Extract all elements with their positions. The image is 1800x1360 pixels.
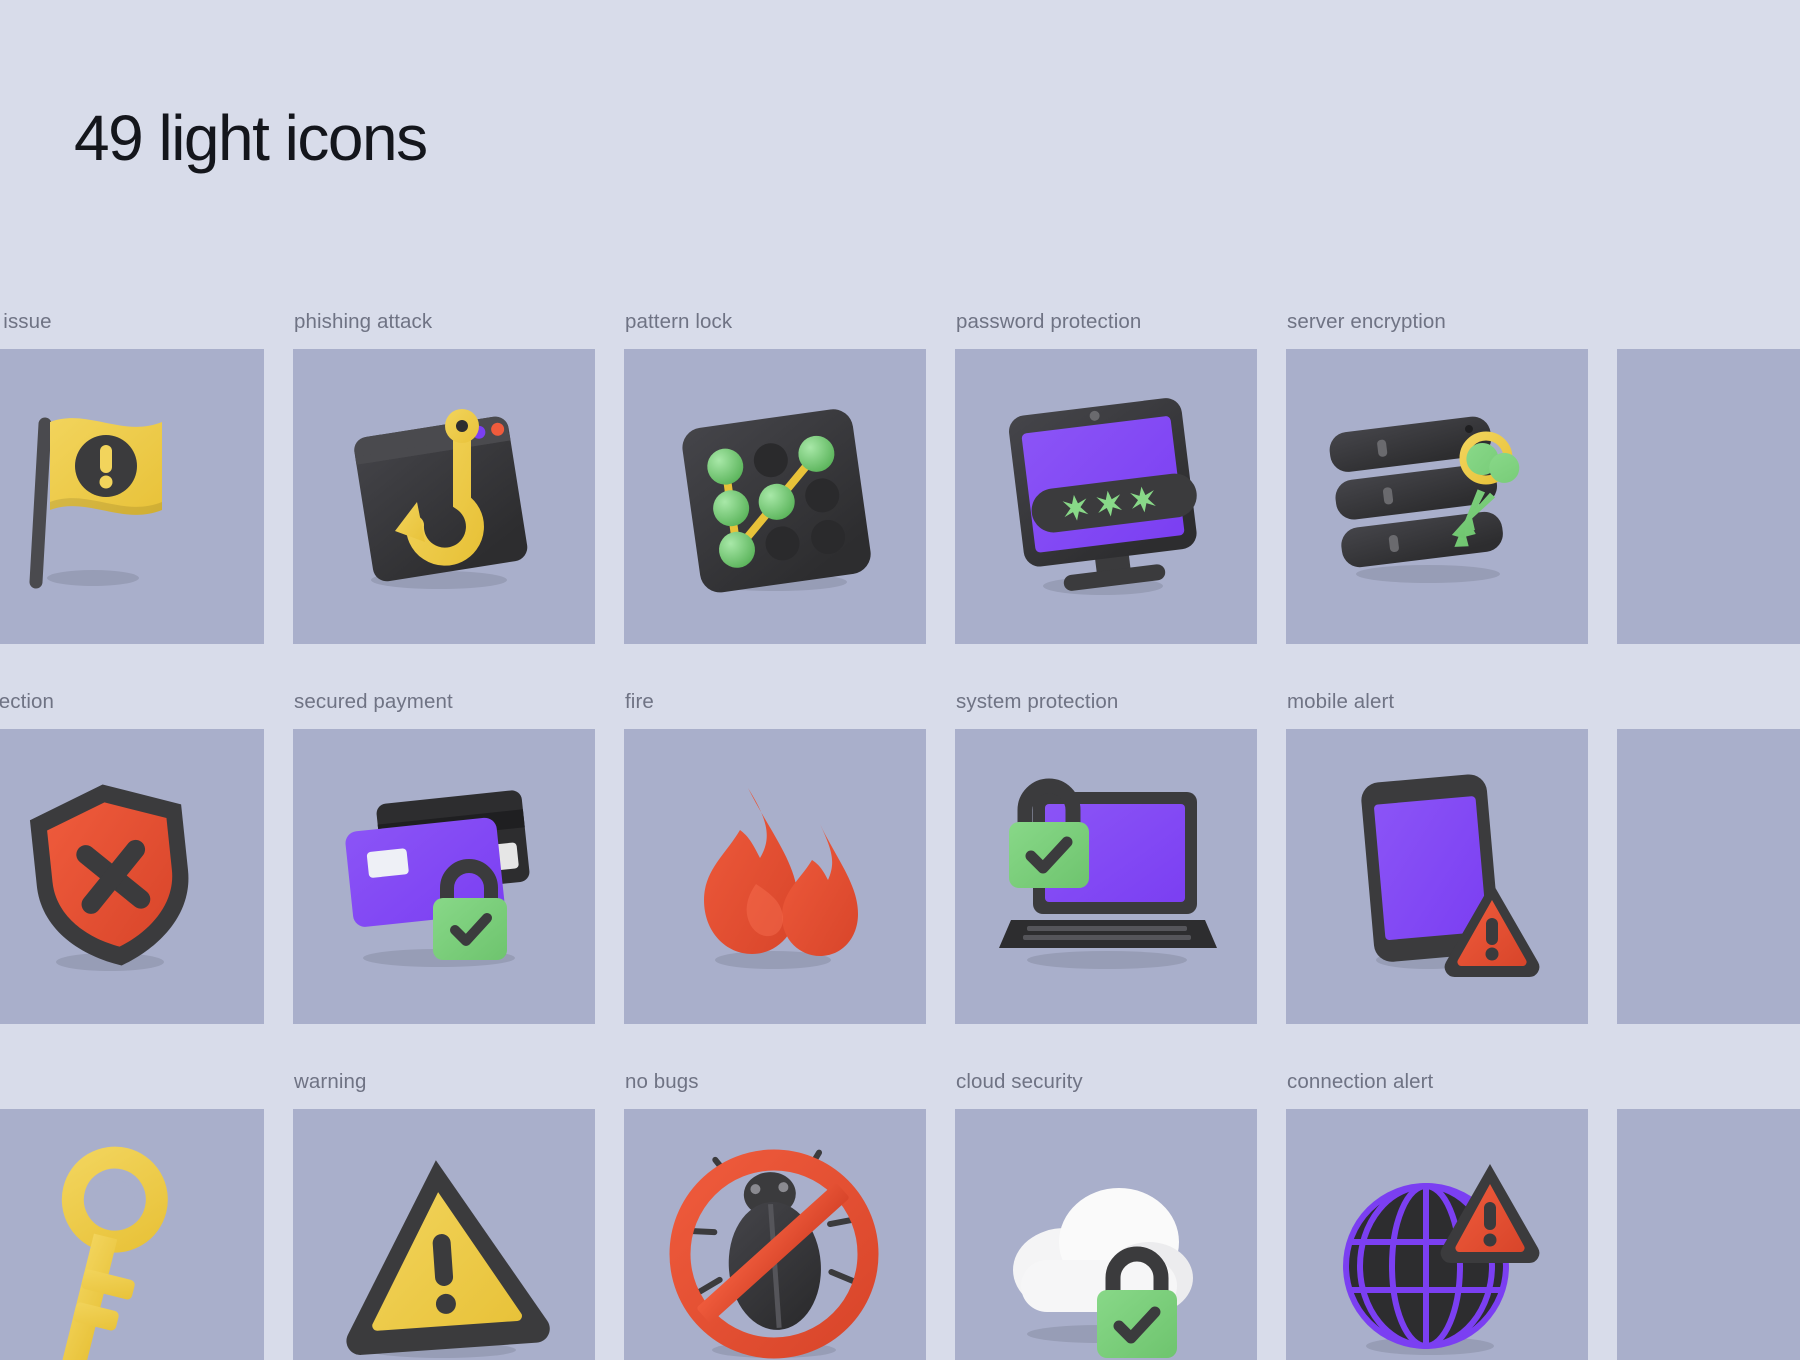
fire-icon [660,762,890,992]
icon-label: server encryption [1287,310,1446,333]
icon-label: ged issue [0,310,52,333]
icon-cell[interactable]: connection alert [1286,1068,1588,1360]
icon-cell[interactable]: mobile alert [1286,688,1588,1068]
icon-cell[interactable]: no bugs [624,1068,926,1360]
icon-tile[interactable] [0,349,264,644]
icon-cell[interactable] [1617,308,1800,688]
flag-alert-icon [0,382,228,612]
icon-label: cloud security [956,1070,1083,1093]
icon-label: mobile alert [1287,690,1395,713]
icon-cell[interactable]: secured payment [293,688,595,1068]
icon-tile[interactable] [1617,1109,1800,1360]
icon-label: secured payment [294,690,453,713]
warning-triangle-icon [329,1142,559,1360]
phishing-hook-icon [329,382,559,612]
icon-cell[interactable]: password protection [955,308,1257,688]
no-bugs-icon [660,1142,890,1360]
icon-cell[interactable] [0,1068,264,1360]
icon-cell[interactable]: protection [0,688,264,1068]
icon-label: warning [294,1070,367,1093]
icon-grid: ged issue phishing attack [0,308,1800,1360]
icon-label: fire [625,690,654,713]
icon-tile[interactable] [293,349,595,644]
shield-x-icon [0,762,228,992]
phone-alert-icon [1322,762,1552,992]
icon-tile[interactable] [624,349,926,644]
icon-tile[interactable] [1617,349,1800,644]
icon-tile[interactable] [955,1109,1257,1360]
icon-tile[interactable] [1286,729,1588,1024]
blank-icon [1653,1142,1800,1360]
blank-icon [1653,382,1800,612]
blank-icon [1653,762,1800,992]
icon-label: phishing attack [294,310,433,333]
card-lock-icon [329,762,559,992]
icon-label: system protection [956,690,1119,713]
icon-tile[interactable] [624,1109,926,1360]
icon-label: no bugs [625,1070,699,1093]
pattern-lock-icon [660,382,890,612]
cloud-lock-icon [991,1142,1221,1360]
icon-label: password protection [956,310,1142,333]
icon-cell[interactable]: pattern lock [624,308,926,688]
icon-tile[interactable] [0,729,264,1024]
icon-cell[interactable]: ged issue [0,308,264,688]
icon-cell[interactable]: warning [293,1068,595,1360]
globe-alert-icon [1322,1142,1552,1360]
icon-cell[interactable] [1617,1068,1800,1360]
icon-label: pattern lock [625,310,733,333]
icon-cell[interactable]: cloud security [955,1068,1257,1360]
icon-tile[interactable] [955,729,1257,1024]
icon-tile[interactable] [1617,729,1800,1024]
icon-tile[interactable] [0,1109,264,1360]
page-title: 49 light icons [74,102,428,174]
password-monitor-icon [991,382,1221,612]
icon-tile[interactable] [955,349,1257,644]
icon-tile[interactable] [624,729,926,1024]
icon-cell[interactable] [1617,688,1800,1068]
icon-cell[interactable]: system protection [955,688,1257,1068]
icon-label: protection [0,690,55,713]
icon-tile[interactable] [293,1109,595,1360]
icon-pack-page: 49 light icons ged issue phishing attack [0,0,1800,1360]
icon-cell[interactable]: phishing attack [293,308,595,688]
key-icon [0,1142,228,1360]
icon-cell[interactable]: server encryption [1286,308,1588,688]
server-keys-icon [1322,382,1552,612]
laptop-lock-icon [991,762,1221,992]
icon-tile[interactable] [293,729,595,1024]
icon-cell[interactable]: fire [624,688,926,1068]
icon-label: connection alert [1287,1070,1434,1093]
icon-tile[interactable] [1286,1109,1588,1360]
icon-tile[interactable] [1286,349,1588,644]
